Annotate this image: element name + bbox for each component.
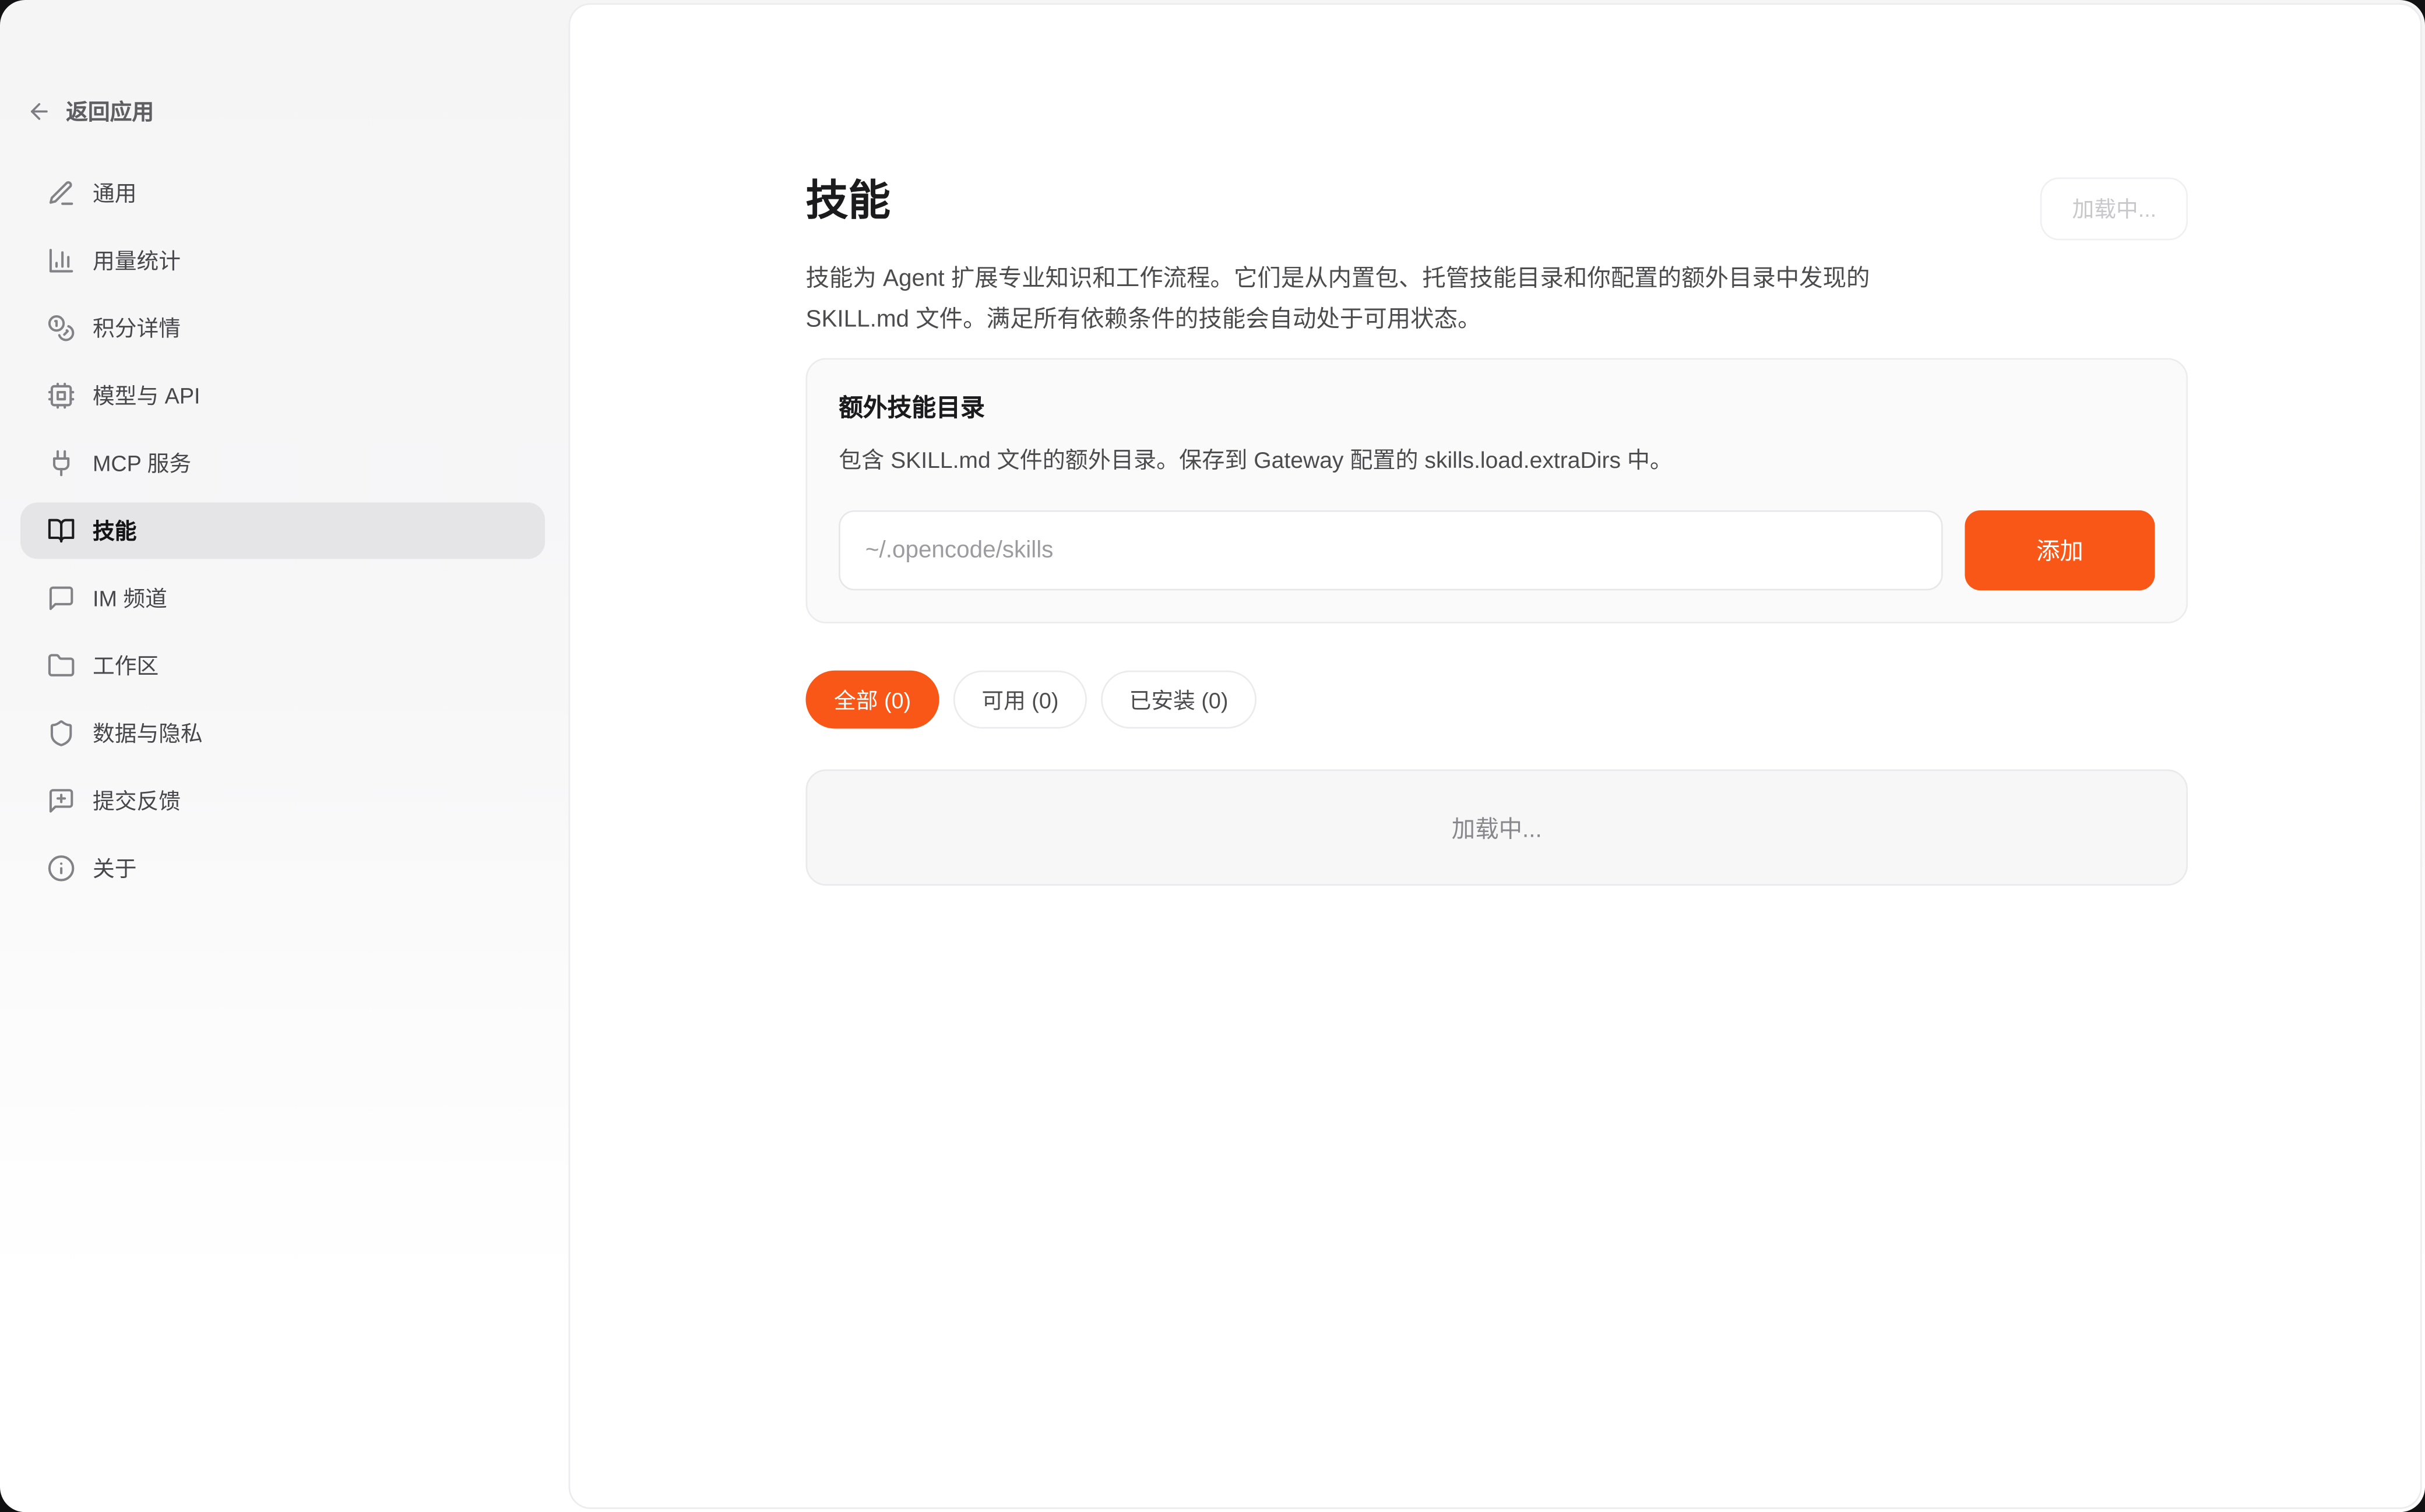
coins-icon (47, 314, 76, 343)
message-square-icon (47, 584, 76, 613)
sidebar-item-credits[interactable]: 积分详情 (20, 300, 545, 357)
sidebar-item-about[interactable]: 关于 (20, 840, 545, 897)
book-open-icon (47, 517, 76, 545)
sidebar-item-label: 技能 (93, 515, 136, 547)
sidebar-item-workspace[interactable]: 工作区 (20, 637, 545, 694)
skills-list-loading-placeholder: 加载中... (806, 770, 2188, 886)
app-window: 返回应用 通用 用量统计 积分详情 模型与 API (0, 0, 2425, 1512)
skills-page: 技能 加载中... 技能为 Agent 扩展专业知识和工作流程。它们是从内置包、… (806, 168, 2188, 886)
card-title: 额外技能目录 (839, 394, 2155, 425)
refresh-loading-button[interactable]: 加载中... (2041, 178, 2188, 241)
card-description: 包含 SKILL.md 文件的额外目录。保存到 Gateway 配置的 skil… (839, 446, 2155, 477)
directory-path-input[interactable] (839, 510, 1943, 590)
sidebar-item-data-privacy[interactable]: 数据与隐私 (20, 705, 545, 762)
sidebar-item-label: 通用 (93, 178, 136, 209)
sidebar-item-label: 用量统计 (93, 245, 181, 276)
sidebar-item-skills[interactable]: 技能 (20, 502, 545, 559)
sidebar-item-label: IM 频道 (93, 583, 167, 614)
sidebar-item-label: 工作区 (93, 650, 159, 682)
loading-text: 加载中... (1452, 811, 1542, 844)
sidebar-item-im-channels[interactable]: IM 频道 (20, 570, 545, 626)
sidebar-item-label: 关于 (93, 852, 136, 884)
add-directory-row: 添加 (839, 510, 2155, 590)
sidebar-item-usage-stats[interactable]: 用量统计 (20, 232, 545, 289)
shield-icon (47, 719, 76, 748)
folder-icon (47, 651, 76, 680)
filter-installed-pill[interactable]: 已安装 (0) (1101, 671, 1257, 729)
extra-skill-dirs-card: 额外技能目录 包含 SKILL.md 文件的额外目录。保存到 Gateway 配… (806, 358, 2188, 623)
filter-available-pill[interactable]: 可用 (0) (953, 671, 1087, 729)
page-description-line: SKILL.md 文件。满足所有依赖条件的技能会自动处于可用状态。 (806, 299, 2188, 339)
page-title: 技能 (806, 174, 2188, 228)
sidebar-item-label: 提交反馈 (93, 785, 181, 816)
stage: 返回应用 通用 用量统计 积分详情 模型与 API (0, 0, 2425, 1512)
page-header: 技能 加载中... (806, 174, 2188, 228)
sidebar-item-label: MCP 服务 (93, 447, 191, 479)
sidebar-item-label: 积分详情 (93, 312, 181, 344)
skill-filters: 全部 (0) 可用 (0) 已安装 (0) (806, 671, 2188, 729)
sidebar-item-label: 数据与隐私 (93, 718, 203, 749)
bar-chart-icon (47, 246, 76, 275)
sidebar-item-mcp-services[interactable]: MCP 服务 (20, 435, 545, 492)
main-panel: 技能 加载中... 技能为 Agent 扩展专业知识和工作流程。它们是从内置包、… (569, 3, 2422, 1509)
sidebar-item-feedback[interactable]: 提交反馈 (20, 773, 545, 829)
page-description-line: 技能为 Agent 扩展专业知识和工作流程。它们是从内置包、托管技能目录和你配置… (806, 259, 2188, 299)
filter-all-pill[interactable]: 全部 (0) (806, 671, 939, 729)
plug-icon (47, 449, 76, 478)
page-description: 技能为 Agent 扩展专业知识和工作流程。它们是从内置包、托管技能目录和你配置… (806, 259, 2188, 339)
arrow-left-icon (27, 99, 52, 124)
sidebar-nav: 通用 用量统计 积分详情 模型与 API MCP 服务 (20, 165, 545, 897)
back-to-app-button[interactable]: 返回应用 (27, 93, 154, 131)
back-button-label: 返回应用 (66, 96, 154, 127)
sidebar-item-general[interactable]: 通用 (20, 165, 545, 221)
sidebar-item-label: 模型与 API (93, 380, 200, 411)
sidebar-item-models-api[interactable]: 模型与 API (20, 368, 545, 424)
pen-line-icon (47, 179, 76, 207)
add-directory-button[interactable]: 添加 (1965, 510, 2155, 590)
message-square-plus-icon (47, 787, 76, 815)
cpu-icon (47, 382, 76, 410)
info-icon (47, 854, 76, 883)
settings-sidebar: 返回应用 通用 用量统计 积分详情 模型与 API (0, 0, 569, 1512)
